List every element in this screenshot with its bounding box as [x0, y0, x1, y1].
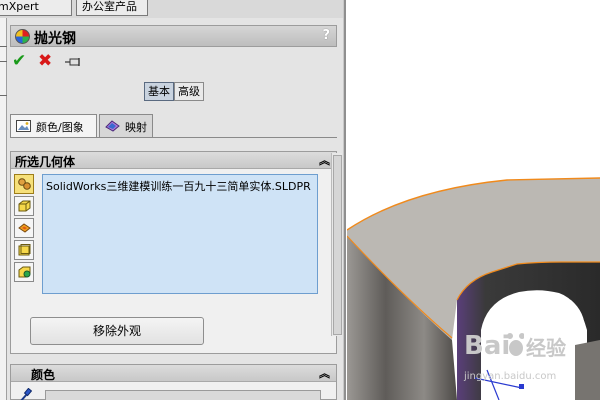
appearance-property-manager: 抛光钢 ? ✔ ✖ 基本 高级 颜色/图象 映射 所选几何体 ︽ SolidWo… [7, 18, 343, 400]
help-button[interactable]: ? [322, 28, 330, 43]
selected-entities-list[interactable]: SolidWorks三维建模训练一百九十三简单实体.SLDPR [42, 174, 318, 294]
filter-feature-icon[interactable] [14, 240, 34, 260]
pin-icon[interactable] [65, 57, 83, 67]
filter-part-icon[interactable] [14, 174, 34, 194]
tab-mapping[interactable]: 映射 [99, 114, 153, 137]
color-group: 颜色 ︽ [10, 364, 337, 400]
baidu-jingyan-watermark: Bai 经验 jingyan.baidu.com [464, 326, 598, 386]
filter-face-icon[interactable] [14, 218, 34, 238]
advanced-mode-button[interactable]: 高级 [174, 82, 204, 101]
mapping-icon [105, 120, 120, 132]
svg-text:Bai: Bai [464, 331, 510, 361]
watermark-url: jingyan.baidu.com [464, 371, 557, 382]
selection-filter-toolbar [14, 174, 36, 284]
appearance-icon [15, 29, 30, 44]
color-swatch-field[interactable] [45, 390, 321, 400]
graphics-area[interactable]: Bai 经验 jingyan.baidu.com [347, 0, 600, 400]
filter-component-icon[interactable] [14, 262, 34, 282]
tab-color-image[interactable]: 颜色/图象 [10, 114, 97, 138]
color-header[interactable]: 颜色 ︽ [11, 365, 336, 382]
tab-simulationxpress[interactable]: mXpert [0, 0, 72, 16]
tab-divider [10, 137, 337, 138]
watermark-brand: 经验 [526, 336, 566, 360]
filter-body-icon[interactable] [14, 196, 34, 216]
list-item[interactable]: SolidWorks三维建模训练一百九十三简单实体.SLDPR [46, 178, 316, 194]
tab-office-products[interactable]: 办公室产品 [76, 0, 148, 16]
collapse-chevron-icon[interactable]: ︽ [319, 365, 330, 381]
panel-title-bar: 抛光钢 ? [10, 25, 337, 47]
selected-geometry-group: 所选几何体 ︽ SolidWorks三维建模训练一百九十三简单实体.SLDPR … [10, 151, 337, 354]
mode-toggle: 基本 高级 [144, 82, 204, 101]
ok-check-icon[interactable]: ✔ [12, 53, 26, 70]
image-icon [16, 120, 31, 132]
basic-mode-button[interactable]: 基本 [144, 82, 174, 101]
command-manager-tabs: mXpert 办公室产品 [0, 0, 345, 18]
panel-scrollbar[interactable] [331, 153, 342, 336]
selected-geometry-header[interactable]: 所选几何体 ︽ [11, 152, 336, 169]
feature-manager-edge [0, 18, 7, 400]
panel-title: 抛光钢 [34, 31, 76, 47]
remove-appearance-button[interactable]: 移除外观 [30, 317, 204, 345]
scrollbar-thumb[interactable] [333, 155, 342, 335]
panel-splitter[interactable] [343, 0, 346, 400]
baidu-paw-logo: Bai [464, 331, 524, 361]
cancel-x-icon[interactable]: ✖ [38, 53, 52, 70]
eyedropper-icon[interactable] [18, 388, 32, 400]
collapse-chevron-icon[interactable]: ︽ [319, 152, 330, 168]
